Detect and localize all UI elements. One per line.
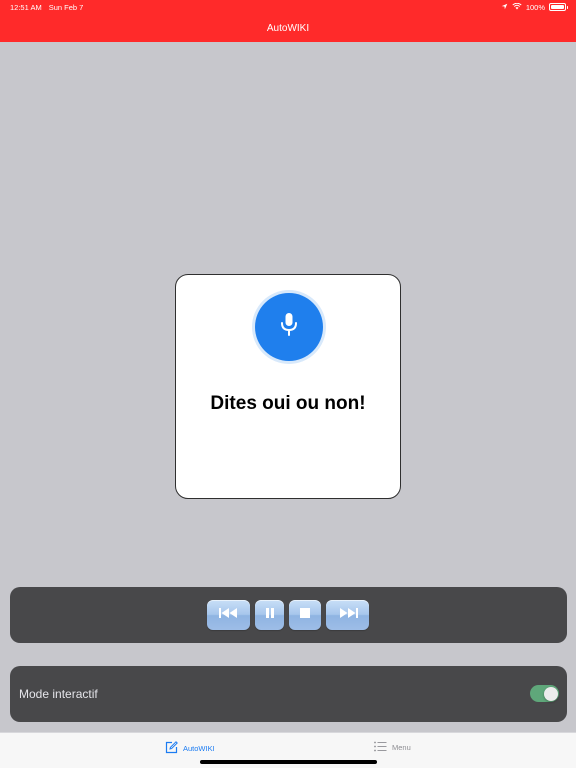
battery-fill [551,5,564,9]
skip-forward-icon [337,606,359,624]
interactive-mode-toggle[interactable] [530,685,559,702]
pause-button[interactable] [255,600,284,630]
stop-button[interactable] [289,600,321,630]
tab-menu[interactable]: Menu [374,741,411,754]
microphone-halo [252,290,326,364]
skip-back-icon [218,606,240,624]
status-time: 12:51 AM [10,2,42,12]
tab-autowiki[interactable]: AutoWIKI [165,741,215,756]
nav-title: AutoWIKI [266,22,310,34]
battery-percent: 100% [525,2,545,12]
status-date: Sun Feb 7 [48,2,84,12]
interactive-mode-panel: Mode interactif [10,666,567,722]
player-controls-panel [10,587,567,643]
status-left: 12:51 AM Sun Feb 7 [10,3,83,12]
microphone-button[interactable] [255,293,323,361]
voice-prompt-dialog: Dites oui ou non! [175,274,401,499]
home-indicator [200,760,377,764]
compose-icon [165,741,178,756]
stop-icon [299,606,311,624]
dialog-message: Dites oui ou non! [210,393,366,414]
microphone-icon [278,312,300,343]
next-button[interactable] [326,600,369,630]
navigation-bar: AutoWIKI [0,14,576,42]
list-icon [374,741,387,754]
previous-button[interactable] [207,600,250,630]
tab-menu-label: Menu [392,743,411,752]
pause-icon [265,606,275,624]
tab-autowiki-label: AutoWIKI [183,744,215,753]
battery-icon [549,3,568,11]
interactive-mode-label: Mode interactif [19,687,98,701]
toggle-knob [543,686,558,701]
status-right: 100% [501,2,568,12]
status-bar: 12:51 AM Sun Feb 7 100% [0,0,576,14]
location-icon [501,3,508,12]
wifi-icon [512,2,522,12]
